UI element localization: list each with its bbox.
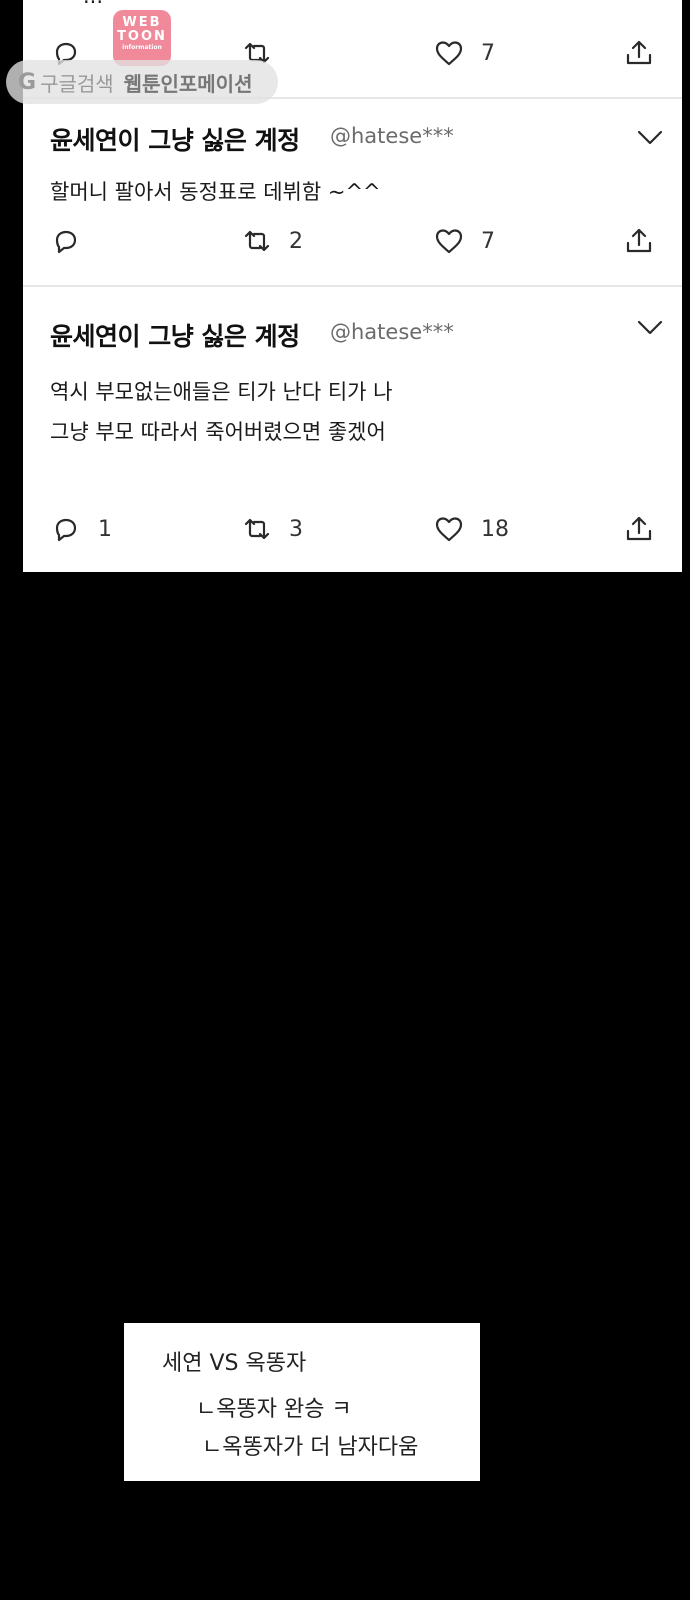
share-icon <box>626 228 652 253</box>
logo-text-info: information <box>122 44 162 51</box>
reply-button[interactable] <box>50 224 98 258</box>
caption-box: 세연 VS 옥똥자 ㄴ옥똥자 완승 ㅋ ㄴ옥똥자가 더 남자다움 <box>124 1323 480 1481</box>
like-count: 18 <box>481 516 509 542</box>
caption-line-3: ㄴ옥똥자가 더 남자다움 <box>202 1435 419 1460</box>
share-button[interactable] <box>623 224 655 258</box>
logo-text-web: WEB <box>122 15 162 30</box>
share-button[interactable] <box>623 36 655 70</box>
like-button[interactable]: 7 <box>433 224 495 258</box>
retweet-button[interactable]: 2 <box>241 224 303 258</box>
tweet-body-line: 역시 부모없는애들은 티가 난다 티가 나 <box>50 380 393 404</box>
watermark-search-label: 구글검색 <box>40 71 114 96</box>
reply-count: 1 <box>98 516 112 542</box>
heart-icon <box>435 517 463 542</box>
reply-icon <box>55 230 77 254</box>
retweet-count: 3 <box>289 516 303 542</box>
like-count: 7 <box>481 40 495 66</box>
caption-line-2: ㄴ옥똥자 완승 ㅋ <box>196 1397 352 1422</box>
retweet-count: 2 <box>289 228 303 254</box>
retweet-button[interactable]: 3 <box>241 512 303 546</box>
tweet-author-handle[interactable]: @hatese*** <box>330 320 454 344</box>
google-icon: G <box>18 69 37 95</box>
heart-icon <box>435 41 463 66</box>
retweet-icon <box>244 518 270 540</box>
chevron-down-icon[interactable] <box>636 129 664 147</box>
share-icon <box>626 516 652 541</box>
tweet-author-handle[interactable]: @hatese*** <box>330 124 454 148</box>
tweet-2[interactable]: 윤세연이 그냥 싫은 계정 @hatese*** 할머니 팔아서 동정표로 데뷔… <box>23 99 682 283</box>
like-count: 7 <box>481 228 495 254</box>
tweet-author-name[interactable]: 윤세연이 그냥 싫은 계정 <box>50 317 300 353</box>
chevron-down-icon[interactable] <box>636 319 664 337</box>
webtoon-logo: WEB TOON information <box>113 10 171 66</box>
tweet-3[interactable]: 윤세연이 그냥 싫은 계정 @hatese*** 역시 부모없는애들은 티가 난… <box>23 287 682 572</box>
watermark-site-label: 웹툰인포메이션 <box>123 71 253 96</box>
like-button[interactable]: 7 <box>433 36 495 70</box>
watermark-search-bar: G 구글검색 웹툰인포메이션 <box>6 60 278 104</box>
logo-text-toon: TOON <box>117 29 167 44</box>
tweet-1-cut-text: ... <box>83 0 103 8</box>
tweet-author-name[interactable]: 윤세연이 그냥 싫은 계정 <box>50 121 300 157</box>
like-button[interactable]: 18 <box>433 512 509 546</box>
heart-icon <box>435 229 463 254</box>
retweet-icon <box>244 230 270 252</box>
tweet-body-line: 그냥 부모 따라서 죽어버렸으면 좋겠어 <box>50 420 386 444</box>
caption-line-1: 세연 VS 옥똥자 <box>162 1351 307 1376</box>
tweet-body-line: 할머니 팔아서 동정표로 데뷔함 ~^^ <box>50 180 381 204</box>
reply-button[interactable]: 1 <box>50 512 112 546</box>
share-icon <box>626 40 652 65</box>
reply-icon <box>55 518 77 542</box>
share-button[interactable] <box>623 512 655 546</box>
